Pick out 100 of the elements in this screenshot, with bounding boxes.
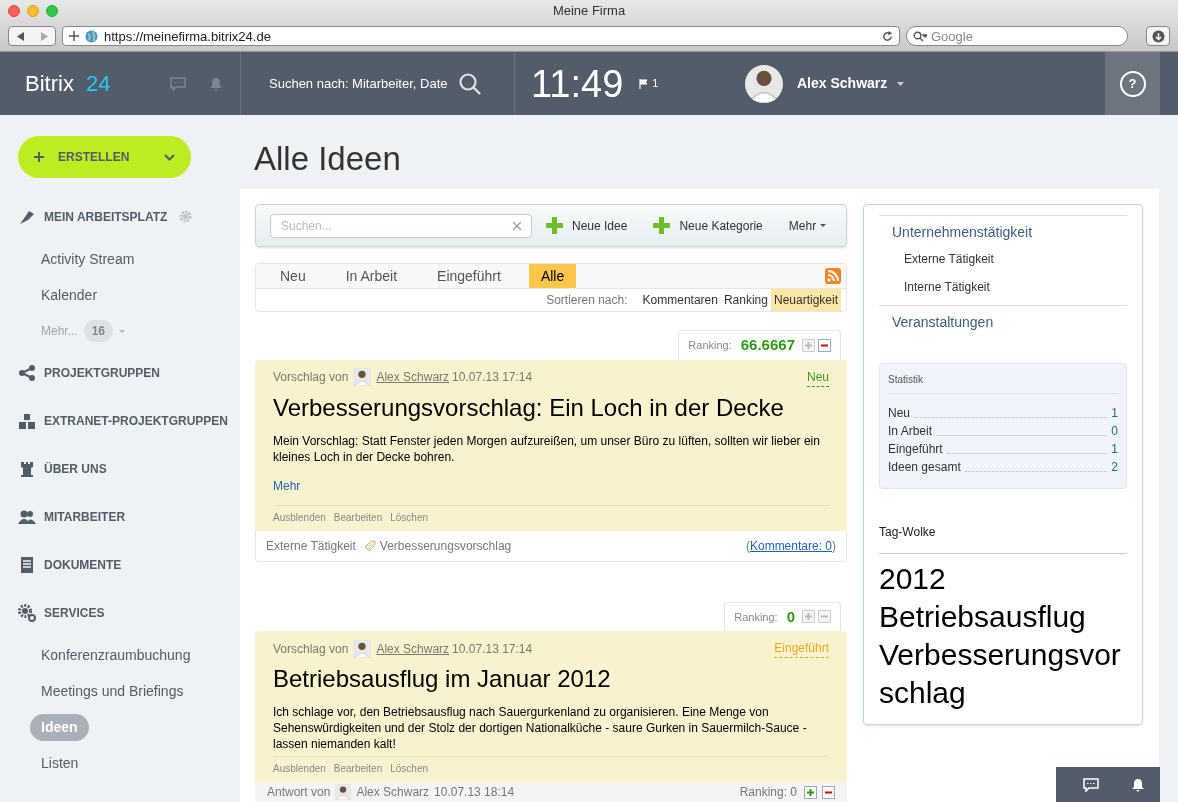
idea-date: 10.07.13 17:14 [452, 640, 533, 658]
subcategory-link[interactable]: Interne Tätigkeit [879, 273, 1127, 301]
sidebar-item[interactable]: Meetings und Briefings [41, 680, 184, 702]
action-link[interactable]: Ausblenden [273, 761, 326, 776]
vote-minus-button[interactable] [822, 785, 835, 799]
vote-plus-button[interactable] [804, 785, 817, 799]
action-link[interactable]: Bearbeiten [333, 761, 383, 776]
caret-icon [820, 224, 827, 227]
page-title: Alle Ideen [254, 139, 402, 179]
sort-option[interactable]: Neuartigkeit [770, 289, 841, 311]
stat-value[interactable]: 1 [1111, 404, 1118, 422]
logo[interactable]: Bitrix 24 [25, 67, 111, 100]
back-icon [16, 31, 25, 41]
category-link[interactable]: Veranstaltungen [879, 306, 1127, 335]
plus-icon [546, 217, 563, 234]
idea-title: Verbesserungsvorschlag: Ein Loch in der Decke [273, 392, 785, 423]
action-link[interactable]: Löschen [390, 761, 428, 776]
action-link[interactable]: Bearbeiten [333, 509, 383, 525]
help-button[interactable]: ? [1119, 70, 1146, 97]
sidebar-item[interactable]: Kalender [41, 284, 98, 306]
sort-option[interactable]: Ranking [720, 289, 771, 311]
ranking-value: 66.6667 [740, 335, 795, 355]
plus-icon [653, 217, 671, 234]
download-button[interactable] [1146, 26, 1170, 47]
filter-tab[interactable]: Eingeführt [425, 264, 513, 288]
stat-value[interactable]: 2 [1111, 458, 1118, 476]
share-icon [18, 363, 36, 382]
plus-icon [804, 340, 813, 350]
idea-title: Betriebsausflug im Januar 2012 [273, 664, 612, 694]
sidebar-section[interactable]: EXTRANET-PROJEKTGRUPPEN [44, 411, 229, 430]
download-icon [1151, 29, 1165, 43]
author-link[interactable]: Alex Schwarz [376, 368, 450, 386]
sidebar-item[interactable]: Activity Stream [41, 248, 135, 270]
avatar-icon [745, 64, 783, 103]
sidebar-item[interactable]: Listen [41, 752, 79, 774]
tag-cloud-title: Tag-Wolke [879, 523, 1127, 554]
search-icon [913, 30, 927, 42]
minimize-window-icon[interactable] [27, 4, 39, 17]
header-search[interactable]: Suchen nach: Mitarbeiter, Date [240, 52, 515, 115]
add-button[interactable]: Neue Idee [546, 216, 628, 235]
tag-link[interactable]: Verbesserungsvorschlag [879, 636, 1127, 712]
user-name[interactable]: Alex Schwarz [797, 73, 888, 94]
status-link[interactable]: Neu [807, 367, 829, 387]
tag-link[interactable]: Verbesserungsvorschlag [379, 536, 512, 555]
author-prefix: Vorschlag von [273, 369, 349, 386]
flag-icon[interactable] [639, 78, 648, 89]
idea-text: Ich schlage vor, den Betriebsausflug nach Sauergurkenland zu organisieren. Eine Menge von Sehenswürdigkeiten und der Stolz der dortigen Nationalküche - saure Gurken in Sauermilch-Sauce - lassen niemanden kalt! [273, 704, 808, 752]
sidebar-section[interactable]: MEIN ARBEITSPLATZ [44, 207, 168, 226]
stat-value[interactable]: 0 [1111, 422, 1118, 440]
vote-minus-button[interactable] [818, 338, 831, 352]
tag-link[interactable]: 2012 [879, 560, 1127, 598]
caret-icon[interactable] [119, 329, 126, 333]
clock-time: 11:49 [531, 64, 624, 103]
filter-tab[interactable]: Alle [528, 264, 577, 288]
close-window-icon[interactable] [8, 4, 20, 17]
blocks-icon [18, 411, 36, 430]
answer-date: 10.07.13 18:14 [434, 784, 515, 801]
back-forward-button[interactable] [8, 26, 56, 47]
subcategory-link[interactable]: Externe Tätigkeit [879, 245, 1127, 273]
add-button[interactable]: Neue Kategorie [653, 216, 763, 235]
bell-icon[interactable] [1131, 777, 1144, 792]
answer-ranking: Ranking: 0 [739, 784, 797, 801]
ranking-label: Ranking: [734, 609, 778, 625]
sidebar-section[interactable]: ÜBER UNS [44, 459, 107, 478]
author-prefix: Vorschlag von [273, 640, 349, 658]
vote-plus-button[interactable] [802, 610, 815, 624]
more-link[interactable]: Mehr [273, 476, 829, 495]
sidebar-section[interactable]: SERVICES [44, 603, 105, 622]
settings-icon[interactable] [179, 210, 193, 223]
sidebar-section[interactable]: PROJEKTGRUPPEN [44, 363, 161, 382]
sidebar-item[interactable]: Konferenzraumbuchung [41, 644, 191, 666]
more-menu-button[interactable]: Mehr [788, 216, 827, 235]
comments-link[interactable]: Kommentare: 0 [749, 538, 832, 553]
tag-link[interactable]: Betriebsausflug [879, 598, 1127, 636]
address-bar[interactable]: https://meinefirma.bitrix24.de [62, 26, 900, 47]
category-link[interactable]: Unternehmenstätigkeit [879, 216, 1127, 245]
author-link[interactable]: Alex Schwarz [356, 783, 430, 801]
action-link[interactable]: Löschen [390, 509, 428, 525]
chevron-down-icon [164, 153, 175, 161]
action-link[interactable]: Ausblenden [273, 509, 326, 525]
stat-value[interactable]: 1 [1111, 440, 1118, 458]
rss-icon[interactable] [825, 268, 841, 284]
filter-tab[interactable]: In Arbeit [333, 264, 410, 288]
sidebar-section[interactable]: MITARBEITER [44, 507, 126, 526]
caret-icon[interactable] [897, 81, 905, 86]
sidebar-section[interactable]: DOKUMENTE [44, 555, 122, 574]
idea-date: 10.07.13 17:14 [452, 369, 533, 386]
plus-icon [804, 612, 813, 622]
sort-option[interactable]: Kommentaren [639, 289, 721, 311]
globe-icon [85, 29, 98, 43]
search-field[interactable]: Google [906, 26, 1128, 47]
category-text: Externe Tätigkeit [266, 537, 356, 555]
author-link[interactable]: Alex Schwarz [376, 639, 450, 658]
reload-icon [882, 30, 893, 42]
maximize-window-icon[interactable] [46, 4, 58, 17]
avatar-icon [353, 639, 372, 658]
create-button[interactable]: ERSTELLEN [18, 136, 191, 178]
clear-icon[interactable] [513, 221, 521, 230]
filter-tab[interactable]: Neu [268, 264, 318, 288]
search-icon [457, 71, 482, 96]
